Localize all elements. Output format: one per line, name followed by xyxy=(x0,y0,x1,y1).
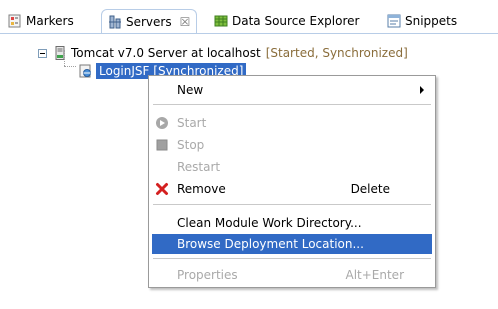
server-name: Tomcat v7.0 Server at localhost xyxy=(71,46,261,60)
server-status: [Started, Synchronized] xyxy=(265,46,408,60)
menu-item-clean-module-work-directory[interactable]: Clean Module Work Directory... xyxy=(152,213,432,233)
menu-separator xyxy=(153,204,431,205)
view-tab-bar: Markers Servers ☒ Data Source Explorer S… xyxy=(0,0,498,34)
menu-item-stop[interactable]: Stop xyxy=(152,135,432,155)
collapse-icon[interactable] xyxy=(38,48,47,58)
remove-icon xyxy=(155,182,169,196)
menu-item-label: Properties xyxy=(177,268,238,282)
servers-icon xyxy=(108,15,122,29)
submenu-arrow-icon xyxy=(420,86,424,94)
menu-item-accelerator: Alt+Enter xyxy=(345,268,404,282)
tab-snippets[interactable]: Snippets xyxy=(387,10,457,32)
menu-item-accelerator: Delete xyxy=(350,182,390,196)
menu-separator xyxy=(153,258,431,259)
menu-item-restart[interactable]: Restart xyxy=(152,157,432,177)
tab-servers[interactable]: Servers ☒ xyxy=(101,9,198,34)
markers-icon xyxy=(8,14,22,28)
tab-label: Data Source Explorer xyxy=(232,14,360,28)
context-menu: New Start Stop Restart Remove Delete Cle… xyxy=(148,75,436,288)
menu-item-label: Remove xyxy=(177,182,226,196)
web-module-icon xyxy=(78,64,92,78)
menu-item-start[interactable]: Start xyxy=(152,113,432,133)
menu-item-label: Start xyxy=(177,116,207,130)
menu-item-label: Browse Deployment Location... xyxy=(177,237,364,251)
menu-item-properties[interactable]: Properties Alt+Enter xyxy=(152,265,432,285)
tab-label: Servers xyxy=(126,15,172,29)
close-icon[interactable]: ☒ xyxy=(180,15,191,29)
tree-row-server[interactable]: Tomcat v7.0 Server at localhost [Started… xyxy=(38,44,408,62)
menu-item-browse-deployment-location[interactable]: Browse Deployment Location... xyxy=(152,234,432,254)
tab-label: Markers xyxy=(26,14,74,28)
menu-item-label: Stop xyxy=(177,138,205,152)
tab-data-source-explorer[interactable]: Data Source Explorer xyxy=(214,10,359,32)
tab-label: Snippets xyxy=(405,14,458,28)
tree-connector xyxy=(64,66,76,67)
start-icon xyxy=(155,116,169,130)
menu-item-label: Clean Module Work Directory... xyxy=(177,216,362,230)
module-name: LoginJSF xyxy=(99,64,150,78)
snippets-icon xyxy=(387,14,401,28)
menu-item-new[interactable]: New xyxy=(152,80,432,100)
tab-markers[interactable]: Markers xyxy=(8,10,74,32)
menu-item-label: New xyxy=(177,83,204,97)
menu-item-remove[interactable]: Remove Delete xyxy=(152,179,432,199)
menu-separator xyxy=(153,104,431,105)
stop-icon xyxy=(155,138,169,152)
menu-item-label: Restart xyxy=(177,160,221,174)
data-source-explorer-icon xyxy=(214,14,228,28)
tree-connector xyxy=(64,50,65,66)
